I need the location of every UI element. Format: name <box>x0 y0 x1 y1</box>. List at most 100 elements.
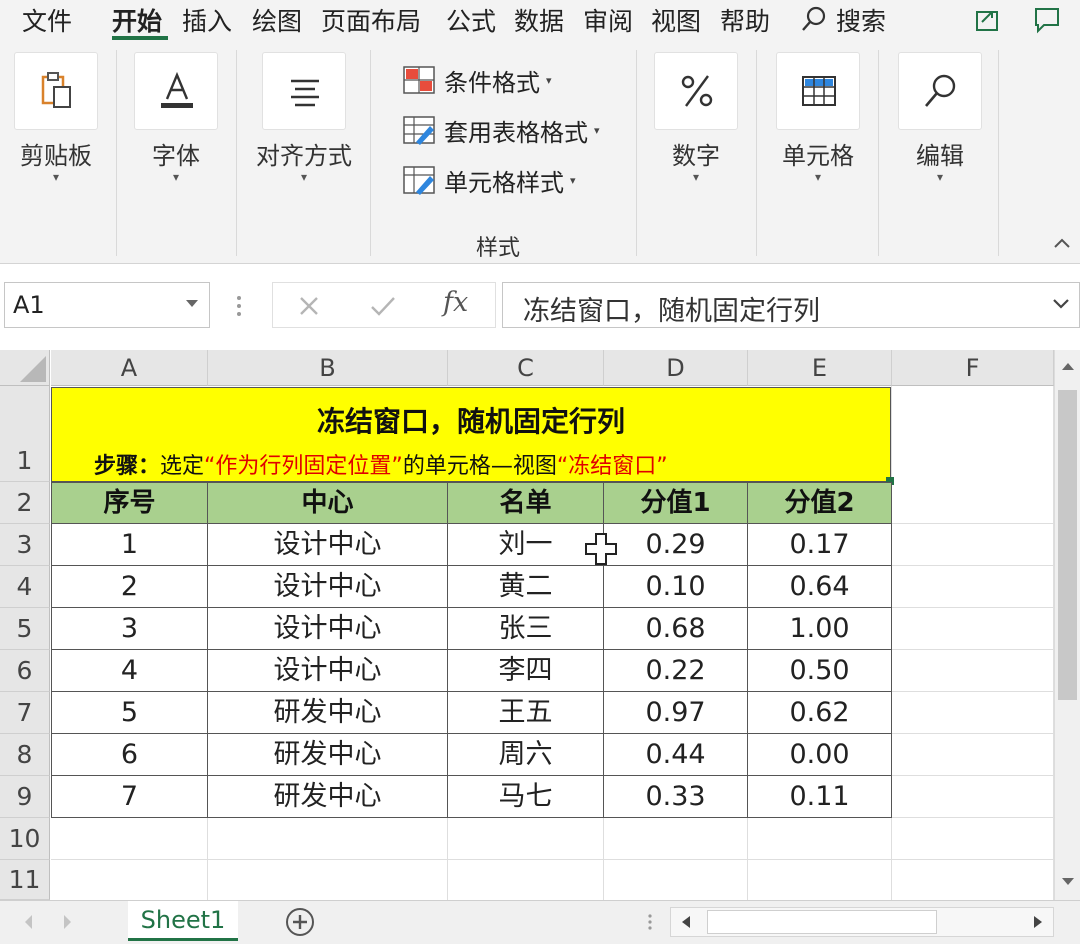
cell[interactable]: 0.44 <box>604 734 748 776</box>
tab-home[interactable]: 开始 <box>112 2 162 38</box>
cell[interactable]: 0.64 <box>748 566 892 608</box>
tab-review[interactable]: 审阅 <box>583 2 633 38</box>
share-icon[interactable] <box>970 2 1004 36</box>
cell[interactable]: 0.22 <box>604 650 748 692</box>
sheet-tab-sheet1[interactable]: Sheet1 <box>128 901 238 941</box>
horizontal-scroll-thumb[interactable] <box>707 910 937 934</box>
cell[interactable]: 周六 <box>448 734 604 776</box>
collapse-ribbon-icon[interactable] <box>1052 236 1072 250</box>
cell[interactable]: 设计中心 <box>208 566 448 608</box>
cell[interactable]: 0.62 <box>748 692 892 734</box>
number-dropdown-icon[interactable]: ▾ <box>654 170 738 184</box>
row-header-2[interactable]: 2 <box>0 482 50 524</box>
row-header-8[interactable]: 8 <box>0 734 50 776</box>
cell[interactable]: 0.33 <box>604 776 748 818</box>
vertical-scroll-thumb[interactable] <box>1058 390 1077 700</box>
header-cell[interactable]: 名单 <box>448 482 604 524</box>
scroll-right-icon[interactable] <box>1031 914 1045 930</box>
row-header-7[interactable]: 7 <box>0 692 50 734</box>
prev-sheet-icon[interactable] <box>22 913 34 931</box>
header-cell[interactable]: 分值1 <box>604 482 748 524</box>
number-button[interactable] <box>654 52 738 130</box>
cell[interactable]: 0.50 <box>748 650 892 692</box>
spreadsheet-grid[interactable]: A B C D E F 1 2 3 4 5 6 7 8 9 10 11 冻结窗口… <box>0 350 1080 900</box>
vertical-scrollbar[interactable] <box>1054 350 1080 900</box>
cell[interactable]: 设计中心 <box>208 524 448 566</box>
cell[interactable]: 2 <box>51 566 208 608</box>
font-button[interactable] <box>134 52 218 130</box>
editing-dropdown-icon[interactable]: ▾ <box>898 170 982 184</box>
column-header-e[interactable]: E <box>748 350 892 386</box>
tab-help[interactable]: 帮助 <box>720 2 770 38</box>
header-cell[interactable]: 分值2 <box>748 482 892 524</box>
font-dropdown-icon[interactable]: ▾ <box>134 170 218 184</box>
column-header-c[interactable]: C <box>448 350 604 386</box>
cell-style-button[interactable]: 单元格样式 ▾ <box>402 162 576 198</box>
tab-insert[interactable]: 插入 <box>182 2 232 38</box>
cell[interactable]: 0.17 <box>748 524 892 566</box>
cell[interactable]: 6 <box>51 734 208 776</box>
next-sheet-icon[interactable] <box>62 913 74 931</box>
cell[interactable]: 研发中心 <box>208 734 448 776</box>
cell[interactable]: 李四 <box>448 650 604 692</box>
tab-page-layout[interactable]: 页面布局 <box>321 2 421 38</box>
cell[interactable]: 1.00 <box>748 608 892 650</box>
cells-dropdown-icon[interactable]: ▾ <box>776 170 860 184</box>
cell[interactable]: 设计中心 <box>208 650 448 692</box>
row-header-5[interactable]: 5 <box>0 608 50 650</box>
insert-function-button[interactable]: fx <box>443 287 468 318</box>
tab-split-handle-icon[interactable] <box>648 913 652 931</box>
cell[interactable]: 王五 <box>448 692 604 734</box>
tab-data[interactable]: 数据 <box>514 2 564 38</box>
horizontal-scrollbar[interactable] <box>670 907 1054 937</box>
name-box[interactable]: A1 <box>4 282 210 328</box>
cell[interactable]: 研发中心 <box>208 776 448 818</box>
cancel-icon[interactable] <box>297 294 321 318</box>
cells-button[interactable] <box>776 52 860 130</box>
expand-formula-icon[interactable] <box>1051 297 1071 311</box>
cell[interactable]: 0.68 <box>604 608 748 650</box>
cell[interactable]: 4 <box>51 650 208 692</box>
row-header-10[interactable]: 10 <box>0 818 50 860</box>
scroll-down-icon[interactable] <box>1060 876 1076 888</box>
alignment-dropdown-icon[interactable]: ▾ <box>262 170 346 184</box>
formula-bar-grip-icon[interactable] <box>236 294 242 318</box>
row-header-3[interactable]: 3 <box>0 524 50 566</box>
clipboard-button[interactable] <box>14 52 98 130</box>
cell[interactable]: 0.10 <box>604 566 748 608</box>
row-header-6[interactable]: 6 <box>0 650 50 692</box>
row-header-1[interactable]: 1 <box>0 386 50 482</box>
tab-formulas[interactable]: 公式 <box>446 2 496 38</box>
cell[interactable]: 1 <box>51 524 208 566</box>
enter-check-icon[interactable] <box>369 294 397 318</box>
cell[interactable]: 张三 <box>448 608 604 650</box>
cell[interactable]: 3 <box>51 608 208 650</box>
editing-button[interactable] <box>898 52 982 130</box>
cell[interactable]: 研发中心 <box>208 692 448 734</box>
cell[interactable]: 0.00 <box>748 734 892 776</box>
row-header-9[interactable]: 9 <box>0 776 50 818</box>
comment-icon[interactable] <box>1030 2 1064 36</box>
cell[interactable]: 0.11 <box>748 776 892 818</box>
column-header-d[interactable]: D <box>604 350 748 386</box>
table-format-button[interactable]: 套用表格格式 ▾ <box>402 112 600 148</box>
title-cell-a1[interactable]: 冻结窗口，随机固定行列 步骤：选定“作为行列固定位置”的单元格—视图“冻结窗口” <box>51 387 891 482</box>
cell[interactable]: 0.97 <box>604 692 748 734</box>
conditional-format-button[interactable]: 条件格式 ▾ <box>402 62 552 98</box>
formula-input[interactable]: 冻结窗口，随机固定行列 <box>502 282 1080 328</box>
scroll-up-icon[interactable] <box>1060 360 1076 372</box>
column-header-a[interactable]: A <box>51 350 208 386</box>
cell[interactable]: 0.29 <box>604 524 748 566</box>
column-header-b[interactable]: B <box>208 350 448 386</box>
cell[interactable]: 刘一 <box>448 524 604 566</box>
cell[interactable]: 5 <box>51 692 208 734</box>
clipboard-dropdown-icon[interactable]: ▾ <box>14 170 98 184</box>
cell[interactable]: 7 <box>51 776 208 818</box>
search-label[interactable]: 搜索 <box>836 2 886 38</box>
select-all-corner[interactable] <box>0 350 50 386</box>
cell[interactable]: 黄二 <box>448 566 604 608</box>
tab-file[interactable]: 文件 <box>22 2 72 38</box>
row-header-11[interactable]: 11 <box>0 860 50 900</box>
search-icon[interactable] <box>800 5 828 33</box>
cell[interactable]: 设计中心 <box>208 608 448 650</box>
